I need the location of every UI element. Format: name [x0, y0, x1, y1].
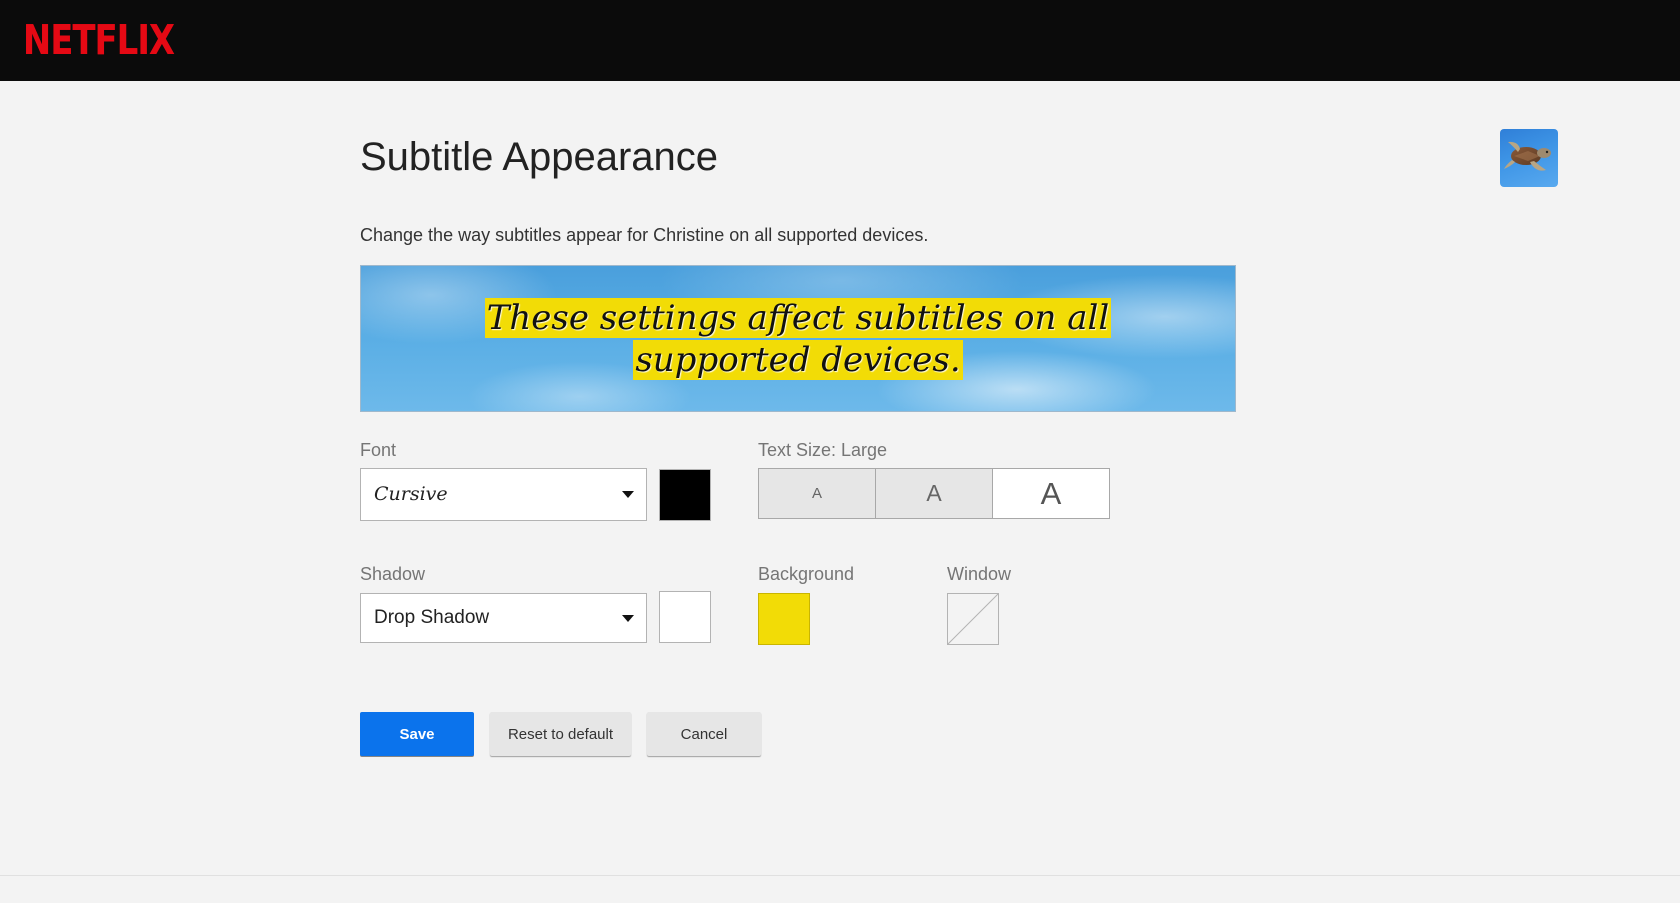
netflix-logo[interactable]: NETFLIX [23, 18, 175, 62]
reset-to-default-button[interactable]: Reset to default [490, 712, 631, 756]
profile-avatar[interactable] [1500, 129, 1558, 187]
no-color-slash-icon [948, 594, 998, 644]
shadow-label: Shadow [360, 564, 426, 584]
shadow-select-value: Drop Shadow [374, 607, 490, 628]
save-button[interactable]: Save [360, 712, 474, 756]
text-size-medium-button[interactable]: A [876, 469, 993, 518]
dropdown-caret-icon [622, 491, 634, 498]
background-label: Background [758, 564, 855, 584]
preview-caption-line2: supported devices. [633, 340, 963, 380]
font-select-value: Cursive [374, 483, 448, 505]
text-size-label: Text Size: Large [758, 440, 888, 460]
font-label: Font [360, 440, 397, 460]
page-description: Change the way subtitles appear for Chri… [360, 225, 929, 245]
window-label: Window [947, 564, 1012, 584]
text-size-small-button[interactable]: A [759, 469, 876, 518]
subtitle-preview: These settings affect subtitles on all s… [360, 265, 1236, 412]
cancel-button[interactable]: Cancel [647, 712, 761, 756]
page-title: Subtitle Appearance [360, 135, 719, 179]
sea-turtle-icon [1504, 141, 1551, 171]
text-size-selector: A A A [758, 468, 1110, 519]
text-size-large-button[interactable]: A [993, 469, 1109, 518]
footer-divider [0, 875, 1680, 876]
preview-caption: These settings affect subtitles on all s… [361, 297, 1235, 381]
font-select[interactable]: Cursive [360, 468, 647, 521]
shadow-color-swatch[interactable] [659, 591, 711, 643]
preview-caption-line1: These settings affect subtitles on all [484, 298, 1112, 338]
window-color-swatch[interactable] [947, 593, 999, 645]
shadow-select[interactable]: Drop Shadow [360, 593, 647, 643]
font-color-swatch[interactable] [659, 469, 711, 521]
background-color-swatch[interactable] [758, 593, 810, 645]
dropdown-caret-icon [622, 615, 634, 622]
top-nav-bar: NETFLIX [0, 0, 1680, 81]
